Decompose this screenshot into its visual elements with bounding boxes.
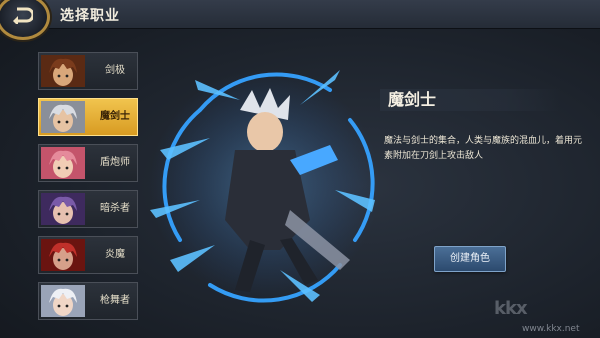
selected-class-name: 魔剑士 [388,90,437,109]
page-title: 选择职业 [60,8,120,24]
class-label: 魔剑士 [100,111,130,122]
class-label: 暗杀者 [100,203,130,214]
class-portrait-image [41,147,85,179]
top-bar: 选择职业 [0,0,600,40]
class-card[interactable]: 暗杀者 [38,190,138,228]
class-card[interactable]: 魔剑士 [38,98,138,136]
class-portrait-image [41,285,85,317]
class-card[interactable]: 盾炮师 [38,144,138,182]
class-label: 剑极 [105,65,125,76]
class-label: 盾炮师 [100,157,130,168]
class-card[interactable]: 炎魔 [38,236,138,274]
class-card[interactable]: 枪舞者 [38,282,138,320]
class-portrait-image [41,101,85,133]
create-character-button[interactable]: 创建角色 [434,246,506,272]
watermark-url: www.kkx.net [522,324,580,334]
class-portrait-image [41,239,85,271]
class-portrait-image [41,193,85,225]
hero-character-art [150,70,380,303]
back-arrow-icon [13,7,33,24]
class-label: 炎魔 [105,249,125,260]
watermark-logo: kkx [494,298,528,319]
class-label: 枪舞者 [100,295,130,306]
class-list: 剑极魔剑士盾炮师暗杀者炎魔枪舞者 [38,52,138,328]
back-button[interactable] [0,0,50,40]
class-portrait-image [41,55,85,87]
class-description: 魔法与剑士的集合，人类与魔族的混血儿，着用元素附加在刀剑上攻击敌人 [384,136,583,161]
class-card[interactable]: 剑极 [38,52,138,90]
